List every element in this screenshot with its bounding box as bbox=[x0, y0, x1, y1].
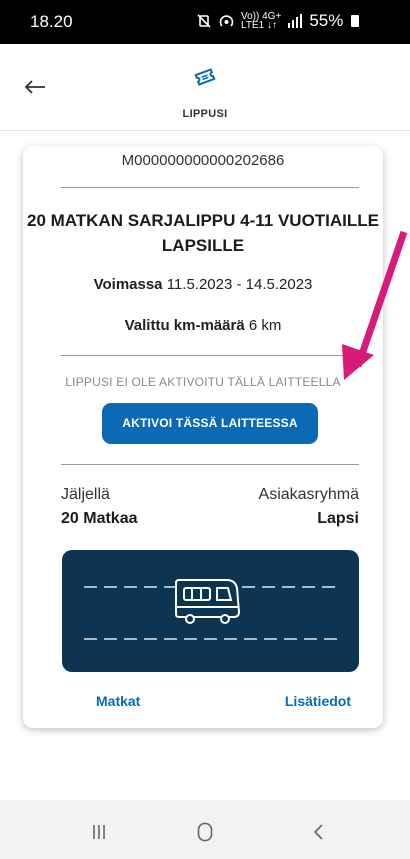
validity-value: 11.5.2023 - 14.5.2023 bbox=[166, 276, 313, 293]
not-activated-notice: LIPPUSI EI OLE AKTIVOITU TÄLLÄ LAITTEELL… bbox=[65, 375, 341, 389]
validity-label: Voimassa bbox=[93, 276, 163, 293]
ticket-icon bbox=[194, 68, 216, 86]
page-title: LIPPUSI bbox=[182, 108, 228, 120]
remaining-value: 20 Matkaa bbox=[61, 510, 138, 527]
battery-icon bbox=[351, 15, 360, 27]
validity-row: Voimassa 11.5.2023 - 14.5.2023 bbox=[23, 276, 383, 293]
mute-vibrate-icon bbox=[197, 14, 211, 28]
system-nav-bar bbox=[0, 800, 410, 859]
arrow-left-icon bbox=[24, 80, 45, 94]
status-time: 18.20 bbox=[30, 12, 73, 31]
details-link[interactable]: Lisätiedot bbox=[285, 693, 351, 709]
back-button[interactable] bbox=[24, 74, 46, 102]
ticket-id: M000000000000202686 bbox=[121, 152, 285, 169]
ticket-card: M000000000000202686 20 MATKAN SARJALIPPU… bbox=[23, 146, 383, 728]
recents-icon[interactable] bbox=[92, 824, 106, 840]
customer-group-value: Lapsi bbox=[317, 510, 359, 527]
status-icons: Vo)) 4G+ LTE1 ↓↑ 55% bbox=[196, 11, 360, 31]
wifi-hotspot-icon bbox=[219, 15, 234, 27]
signal-icon bbox=[288, 14, 303, 28]
trips-link[interactable]: Matkat bbox=[96, 693, 140, 709]
divider bbox=[61, 464, 359, 465]
remaining-label: Jäljellä bbox=[61, 486, 110, 503]
chevron-left-icon[interactable] bbox=[313, 824, 323, 840]
km-label: Valittu km-määrä bbox=[124, 317, 245, 334]
home-icon[interactable] bbox=[197, 822, 213, 842]
bus-icon bbox=[175, 579, 241, 624]
customer-group-label: Asiakasryhmä bbox=[258, 486, 359, 503]
km-value: 6 km bbox=[248, 317, 282, 334]
status-bar: 18.20 Vo)) 4G+ LTE1 ↓↑ 55% bbox=[0, 0, 410, 44]
divider bbox=[61, 187, 359, 188]
road-lines bbox=[84, 579, 337, 640]
ticket-animation-panel bbox=[62, 550, 359, 672]
divider bbox=[61, 355, 359, 356]
battery-percent: 55% bbox=[309, 11, 344, 30]
activate-button[interactable]: AKTIVOI TÄSSÄ LAITTEESSA bbox=[102, 403, 318, 444]
km-row: Valittu km-määrä 6 km bbox=[23, 317, 383, 334]
network-type: Vo)) 4G+ LTE1 ↓↑ bbox=[241, 11, 282, 31]
app-header: LIPPUSI bbox=[0, 44, 410, 131]
annotation-arrow bbox=[342, 230, 408, 380]
